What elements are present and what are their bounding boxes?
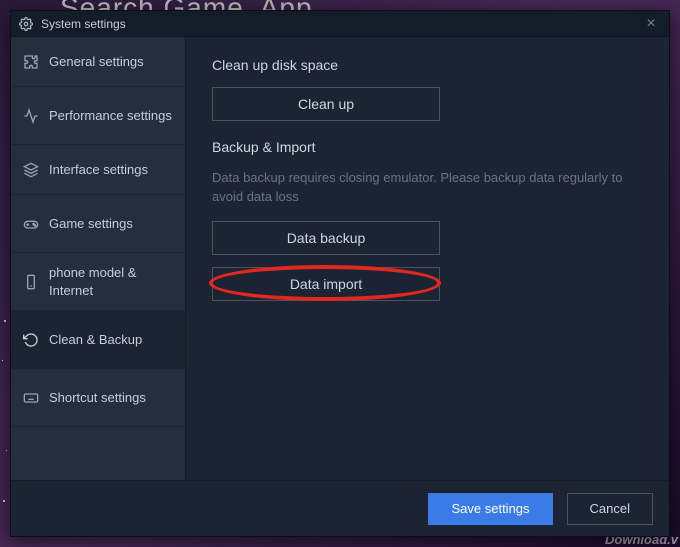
sidebar-item-label: Game settings [49, 215, 133, 233]
sidebar-item-label: Shortcut settings [49, 389, 146, 407]
smartphone-icon [23, 274, 39, 290]
bg-star-icon [4, 320, 6, 322]
cleanup-section-title: Clean up disk space [212, 57, 643, 73]
layers-icon [23, 162, 39, 178]
sidebar: General settings Performance settings In… [11, 37, 186, 480]
sidebar-item-game[interactable]: Game settings [11, 195, 185, 253]
keyboard-icon [23, 390, 39, 406]
bg-star-icon [2, 360, 3, 361]
backup-help-text: Data backup requires closing emulator. P… [212, 169, 642, 207]
bg-star-icon [6, 450, 7, 451]
sidebar-item-label: Performance settings [49, 107, 172, 125]
sidebar-item-performance[interactable]: Performance settings [11, 87, 185, 145]
sidebar-item-label: General settings [49, 53, 144, 71]
cancel-button[interactable]: Cancel [567, 493, 653, 525]
titlebar: System settings × [11, 11, 669, 37]
dialog-title: System settings [41, 17, 641, 31]
sidebar-item-label: phone model & Internet [49, 264, 173, 299]
sidebar-item-interface[interactable]: Interface settings [11, 145, 185, 195]
activity-icon [23, 108, 39, 124]
restore-icon [23, 332, 39, 348]
cleanup-button[interactable]: Clean up [212, 87, 440, 121]
sidebar-item-shortcut[interactable]: Shortcut settings [11, 369, 185, 427]
backup-section-title: Backup & Import [212, 139, 643, 155]
sidebar-item-phone-internet[interactable]: phone model & Internet [11, 253, 185, 311]
data-import-button[interactable]: Data import [212, 267, 440, 301]
close-button[interactable]: × [641, 15, 661, 33]
close-icon: × [646, 15, 655, 32]
sidebar-item-general[interactable]: General settings [11, 37, 185, 87]
puzzle-icon [23, 54, 39, 70]
dialog-footer: Save settings Cancel [11, 480, 669, 536]
data-backup-button[interactable]: Data backup [212, 221, 440, 255]
content-pane: Clean up disk space Clean up Backup & Im… [186, 37, 669, 480]
save-button[interactable]: Save settings [428, 493, 552, 525]
gamepad-icon [23, 216, 39, 232]
sidebar-item-label: Clean & Backup [49, 331, 142, 349]
dialog-body: General settings Performance settings In… [11, 37, 669, 480]
bg-star-icon [3, 500, 5, 502]
sidebar-item-label: Interface settings [49, 161, 148, 179]
sidebar-item-clean-backup[interactable]: Clean & Backup [11, 311, 185, 369]
settings-dialog: System settings × General settings Perfo… [10, 10, 670, 537]
gear-icon [19, 17, 33, 31]
data-import-label: Data import [290, 276, 362, 292]
